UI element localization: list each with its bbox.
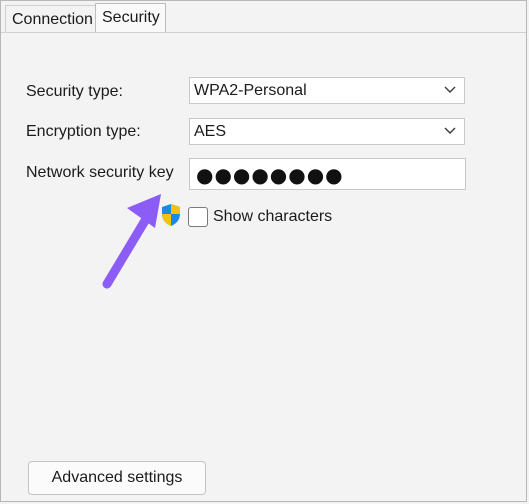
network-properties-dialog: Connection Security Security type: WPA2-… <box>0 0 527 502</box>
masked-key-value: ●●●●●●●● <box>196 163 344 187</box>
encryption-type-label: Encryption type: <box>26 123 141 140</box>
network-security-key-input[interactable]: ●●●●●●●● <box>189 158 466 190</box>
security-type-select[interactable]: WPA2-Personal <box>189 77 465 104</box>
tab-security[interactable]: Security <box>95 3 166 33</box>
tab-divider <box>1 32 526 33</box>
show-characters-label[interactable]: Show characters <box>213 207 332 227</box>
tab-strip: Connection Security <box>1 1 526 33</box>
chevron-down-icon <box>444 127 456 134</box>
encryption-type-select[interactable]: AES <box>189 118 465 145</box>
chevron-down-icon <box>444 86 456 93</box>
network-security-key-label: Network security key <box>26 164 174 181</box>
tab-connection[interactable]: Connection <box>5 5 96 32</box>
annotation-arrow-icon <box>102 194 161 289</box>
encryption-type-value: AES <box>194 123 227 140</box>
security-type-label: Security type: <box>26 83 123 100</box>
security-type-value: WPA2-Personal <box>194 82 307 99</box>
advanced-settings-button[interactable]: Advanced settings <box>28 461 206 495</box>
show-characters-checkbox[interactable] <box>188 207 208 227</box>
